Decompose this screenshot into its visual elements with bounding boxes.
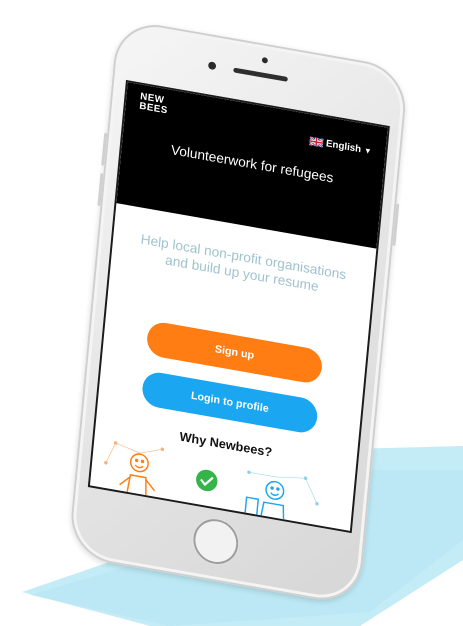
front-camera-icon — [207, 61, 217, 71]
home-button[interactable] — [191, 515, 241, 568]
language-selector[interactable]: English ▼ — [309, 136, 372, 157]
intro-text: Help local non-profit organisations and … — [140, 230, 347, 295]
green-check-icon — [196, 469, 218, 492]
sensor-icon — [261, 56, 269, 64]
speaker-grill — [233, 67, 288, 82]
app-header: NEW BEES English ▼ Volunteerwork for ref… — [116, 82, 388, 249]
power-button — [392, 203, 400, 247]
phone-body: NEW BEES English ▼ Volunteerwork for ref… — [67, 18, 409, 607]
app-screen: NEW BEES English ▼ Volunteerwork for ref… — [89, 82, 388, 531]
newbees-logo[interactable]: NEW BEES — [138, 91, 169, 120]
volume-button — [101, 132, 108, 166]
uk-flag-icon — [309, 136, 324, 148]
language-label: English — [325, 138, 362, 156]
orange-person-icon — [119, 453, 156, 500]
volume-button-2 — [97, 173, 104, 207]
caret-down-icon: ▼ — [363, 146, 373, 157]
phone-mockup: NEW BEES English ▼ Volunteerwork for ref… — [0, 0, 463, 626]
blue-person-icon — [244, 480, 285, 524]
